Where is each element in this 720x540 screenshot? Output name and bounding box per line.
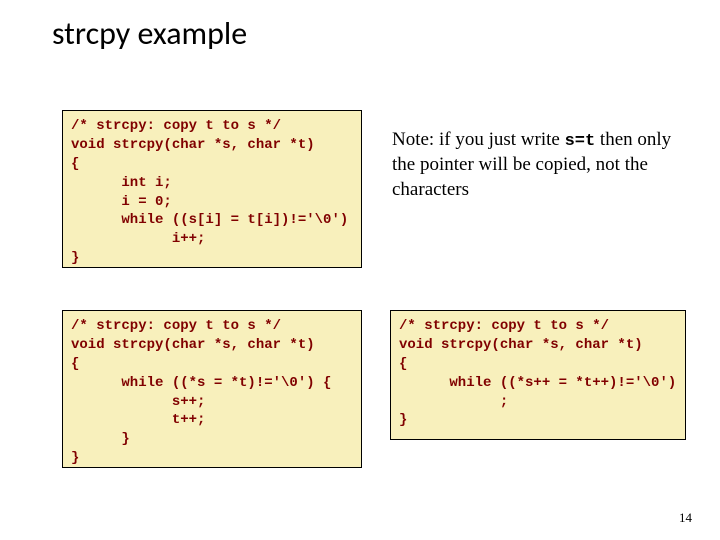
- code-block-3: /* strcpy: copy t to s */ void strcpy(ch…: [390, 310, 686, 440]
- note-prefix: Note: if you just write: [392, 129, 565, 150]
- note-text: Note: if you just write s=t then only th…: [392, 128, 688, 202]
- slide-title: strcpy example: [52, 14, 247, 53]
- page-number: 14: [679, 510, 692, 526]
- code-block-1: /* strcpy: copy t to s */ void strcpy(ch…: [62, 110, 362, 268]
- note-code: s=t: [565, 132, 596, 151]
- code-block-2: /* strcpy: copy t to s */ void strcpy(ch…: [62, 310, 362, 468]
- slide: strcpy example /* strcpy: copy t to s */…: [0, 0, 720, 540]
